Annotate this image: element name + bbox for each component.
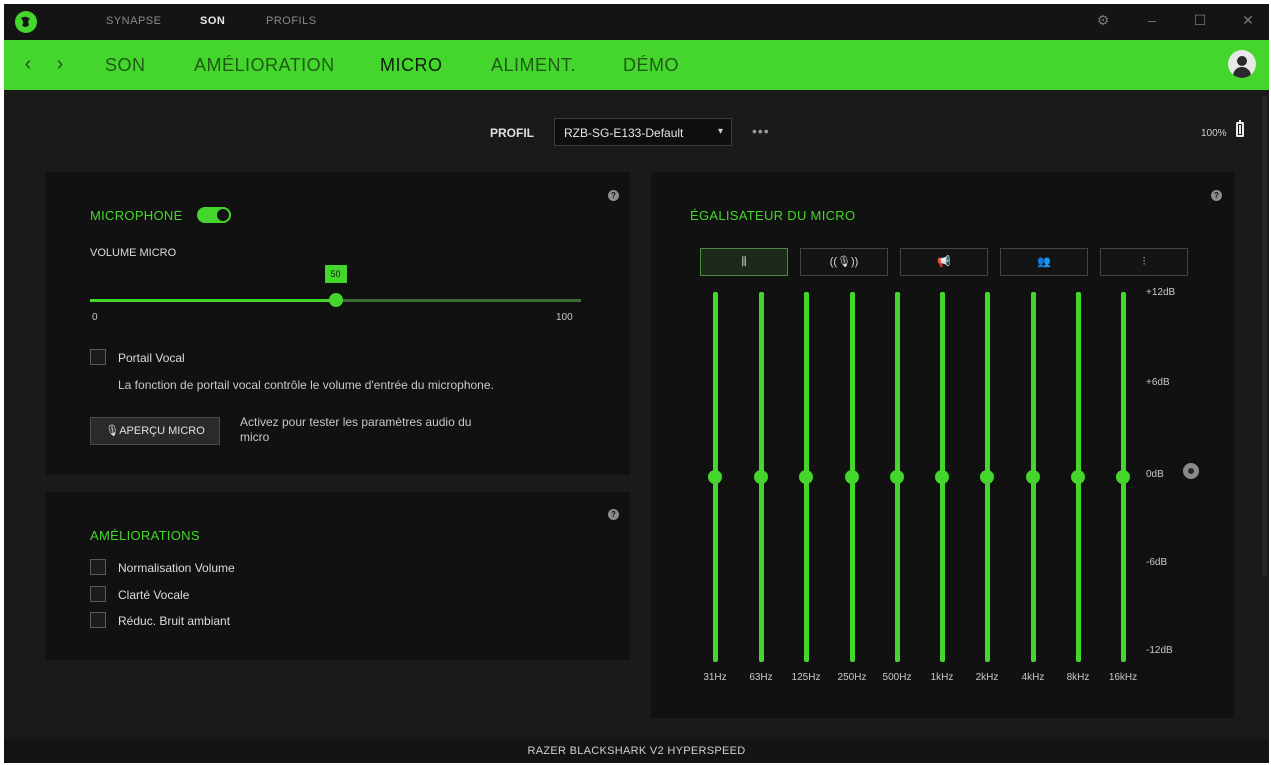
normalization-label: Normalisation Volume <box>118 561 235 575</box>
eq-band-knob[interactable] <box>799 470 813 484</box>
eq-preset-custom-sliders-icon[interactable]: ⫶ <box>1100 248 1188 276</box>
microphone-title: MICROPHONE <box>90 208 183 223</box>
eq-band-knob[interactable] <box>754 470 768 484</box>
volume-max-label: 100 <box>556 312 573 323</box>
battery-icon <box>1236 120 1244 137</box>
preview-description-line2: micro <box>240 430 270 444</box>
eq-band-knob[interactable] <box>980 470 994 484</box>
eq-db-label: +12dB <box>1146 287 1176 298</box>
avatar-body <box>1233 67 1251 78</box>
voice-gate-checkbox[interactable] <box>90 349 106 365</box>
top-tab-son[interactable]: SON <box>200 15 225 27</box>
eq-frequency-label: 250Hz <box>837 672 867 683</box>
voice-gate-description: La fonction de portail vocal contrôle le… <box>118 378 494 392</box>
people-icon: 👥 <box>1037 256 1051 268</box>
enhancements-title: AMÉLIORATIONS <box>90 528 200 543</box>
eq-band-knob[interactable] <box>708 470 722 484</box>
eq-preset-megaphone-icon[interactable]: 📢 <box>900 248 988 276</box>
eq-frequency-label: 2kHz <box>975 672 999 683</box>
equalizer-title: ÉGALISATEUR DU MICRO <box>690 208 856 223</box>
volume-min-label: 0 <box>92 312 98 323</box>
minimize-icon[interactable]: – <box>1142 12 1162 28</box>
mic-preview-label: APERÇU MICRO <box>119 425 205 437</box>
reset-icon[interactable] <box>1183 463 1199 479</box>
microphone-toggle[interactable] <box>197 207 231 223</box>
eq-db-label: -6dB <box>1146 557 1168 568</box>
vocal-clarity-label: Clarté Vocale <box>118 588 190 602</box>
profile-more-button[interactable]: ••• <box>752 123 770 139</box>
eq-band-knob[interactable] <box>935 470 949 484</box>
profile-selected-value: RZB-SG-E133-Default <box>564 126 684 140</box>
eq-frequency-label: 16kHz <box>1108 672 1138 683</box>
mic-preview-button[interactable]: 🎙APERÇU MICRO <box>90 417 220 445</box>
megaphone-icon: 📢 <box>937 256 951 268</box>
eq-preset-microphone-wave-icon[interactable]: ((🎙)) <box>800 248 888 276</box>
avatar-head <box>1237 56 1247 66</box>
microphone-wave-icon: ((🎙)) <box>829 256 859 268</box>
preview-description-line1: Activez pour tester les paramètres audio… <box>240 415 472 429</box>
profile-dropdown[interactable]: RZB-SG-E133-Default ▾ <box>554 118 732 146</box>
help-icon[interactable]: ? <box>608 190 619 201</box>
eq-db-label: -12dB <box>1146 645 1173 656</box>
profile-label: PROFIL <box>490 126 534 140</box>
voice-gate-label: Portail Vocal <box>118 351 185 365</box>
normalization-checkbox[interactable] <box>90 559 106 575</box>
microphone-icon: 🎙 <box>105 425 120 437</box>
eq-band-knob[interactable] <box>890 470 904 484</box>
toggle-knob <box>217 209 229 221</box>
device-footer: RAZER BLACKSHARK V2 HYPERSPEED <box>4 739 1269 763</box>
forward-arrow-icon[interactable]: › <box>52 53 68 76</box>
title-bar: SYNAPSE SON PROFILS ⚙ – ☐ ✕ <box>4 4 1269 40</box>
top-tab-synapse[interactable]: SYNAPSE <box>106 15 161 27</box>
eq-band-knob[interactable] <box>1116 470 1130 484</box>
avatar[interactable] <box>1228 50 1256 78</box>
device-name: RAZER BLACKSHARK V2 HYPERSPEED <box>527 745 746 757</box>
eq-frequency-label: 4kHz <box>1021 672 1045 683</box>
volume-value-bubble: 50 <box>324 265 347 283</box>
enhancements-panel <box>46 492 630 660</box>
gear-icon[interactable]: ⚙ <box>1093 12 1113 29</box>
back-arrow-icon[interactable]: ‹ <box>20 53 36 76</box>
scrollbar[interactable] <box>1262 96 1267 576</box>
eq-preset-equalizer-sliders-icon[interactable]: ⫼ <box>700 248 788 276</box>
chevron-down-icon: ▾ <box>717 126 723 137</box>
tab-amelioration[interactable]: AMÉLIORATION <box>194 55 335 76</box>
volume-micro-label: VOLUME MICRO <box>90 247 177 259</box>
maximize-icon[interactable]: ☐ <box>1190 12 1210 29</box>
eq-band-knob[interactable] <box>845 470 859 484</box>
top-tab-profils[interactable]: PROFILS <box>266 15 317 27</box>
eq-frequency-label: 8kHz <box>1066 672 1090 683</box>
eq-band-knob[interactable] <box>1071 470 1085 484</box>
eq-frequency-label: 1kHz <box>930 672 954 683</box>
eq-frequency-label: 63Hz <box>749 672 773 683</box>
battery-level: 100% <box>1201 128 1227 139</box>
nav-bar: ‹ › SON AMÉLIORATION MICRO ALIMENT. DÉMO <box>4 40 1269 90</box>
close-icon[interactable]: ✕ <box>1238 12 1258 29</box>
tab-son[interactable]: SON <box>105 55 146 76</box>
tab-micro[interactable]: MICRO <box>380 55 443 76</box>
noise-reduction-label: Réduc. Bruit ambiant <box>118 614 231 628</box>
equalizer-sliders-icon: ⫼ <box>741 256 747 268</box>
tab-demo[interactable]: DÉMO <box>623 55 679 76</box>
help-icon[interactable]: ? <box>608 509 619 520</box>
custom-sliders-icon: ⫶ <box>1142 256 1146 268</box>
volume-slider-thumb[interactable] <box>328 293 343 307</box>
app-window: SYNAPSE SON PROFILS ⚙ – ☐ ✕ ‹ › SON AMÉL… <box>4 4 1269 763</box>
eq-db-label: +6dB <box>1146 377 1170 388</box>
eq-frequency-label: 125Hz <box>791 672 821 683</box>
noise-reduction-checkbox[interactable] <box>90 612 106 628</box>
razer-logo-icon <box>15 11 37 33</box>
eq-db-label: 0dB <box>1146 469 1164 480</box>
eq-preset-people-icon[interactable]: 👥 <box>1000 248 1088 276</box>
tab-aliment[interactable]: ALIMENT. <box>491 55 576 76</box>
eq-frequency-label: 500Hz <box>882 672 912 683</box>
vocal-clarity-checkbox[interactable] <box>90 586 106 602</box>
volume-slider-fill <box>90 299 336 302</box>
eq-band-knob[interactable] <box>1026 470 1040 484</box>
eq-frequency-label: 31Hz <box>703 672 727 683</box>
help-icon[interactable]: ? <box>1211 190 1222 201</box>
